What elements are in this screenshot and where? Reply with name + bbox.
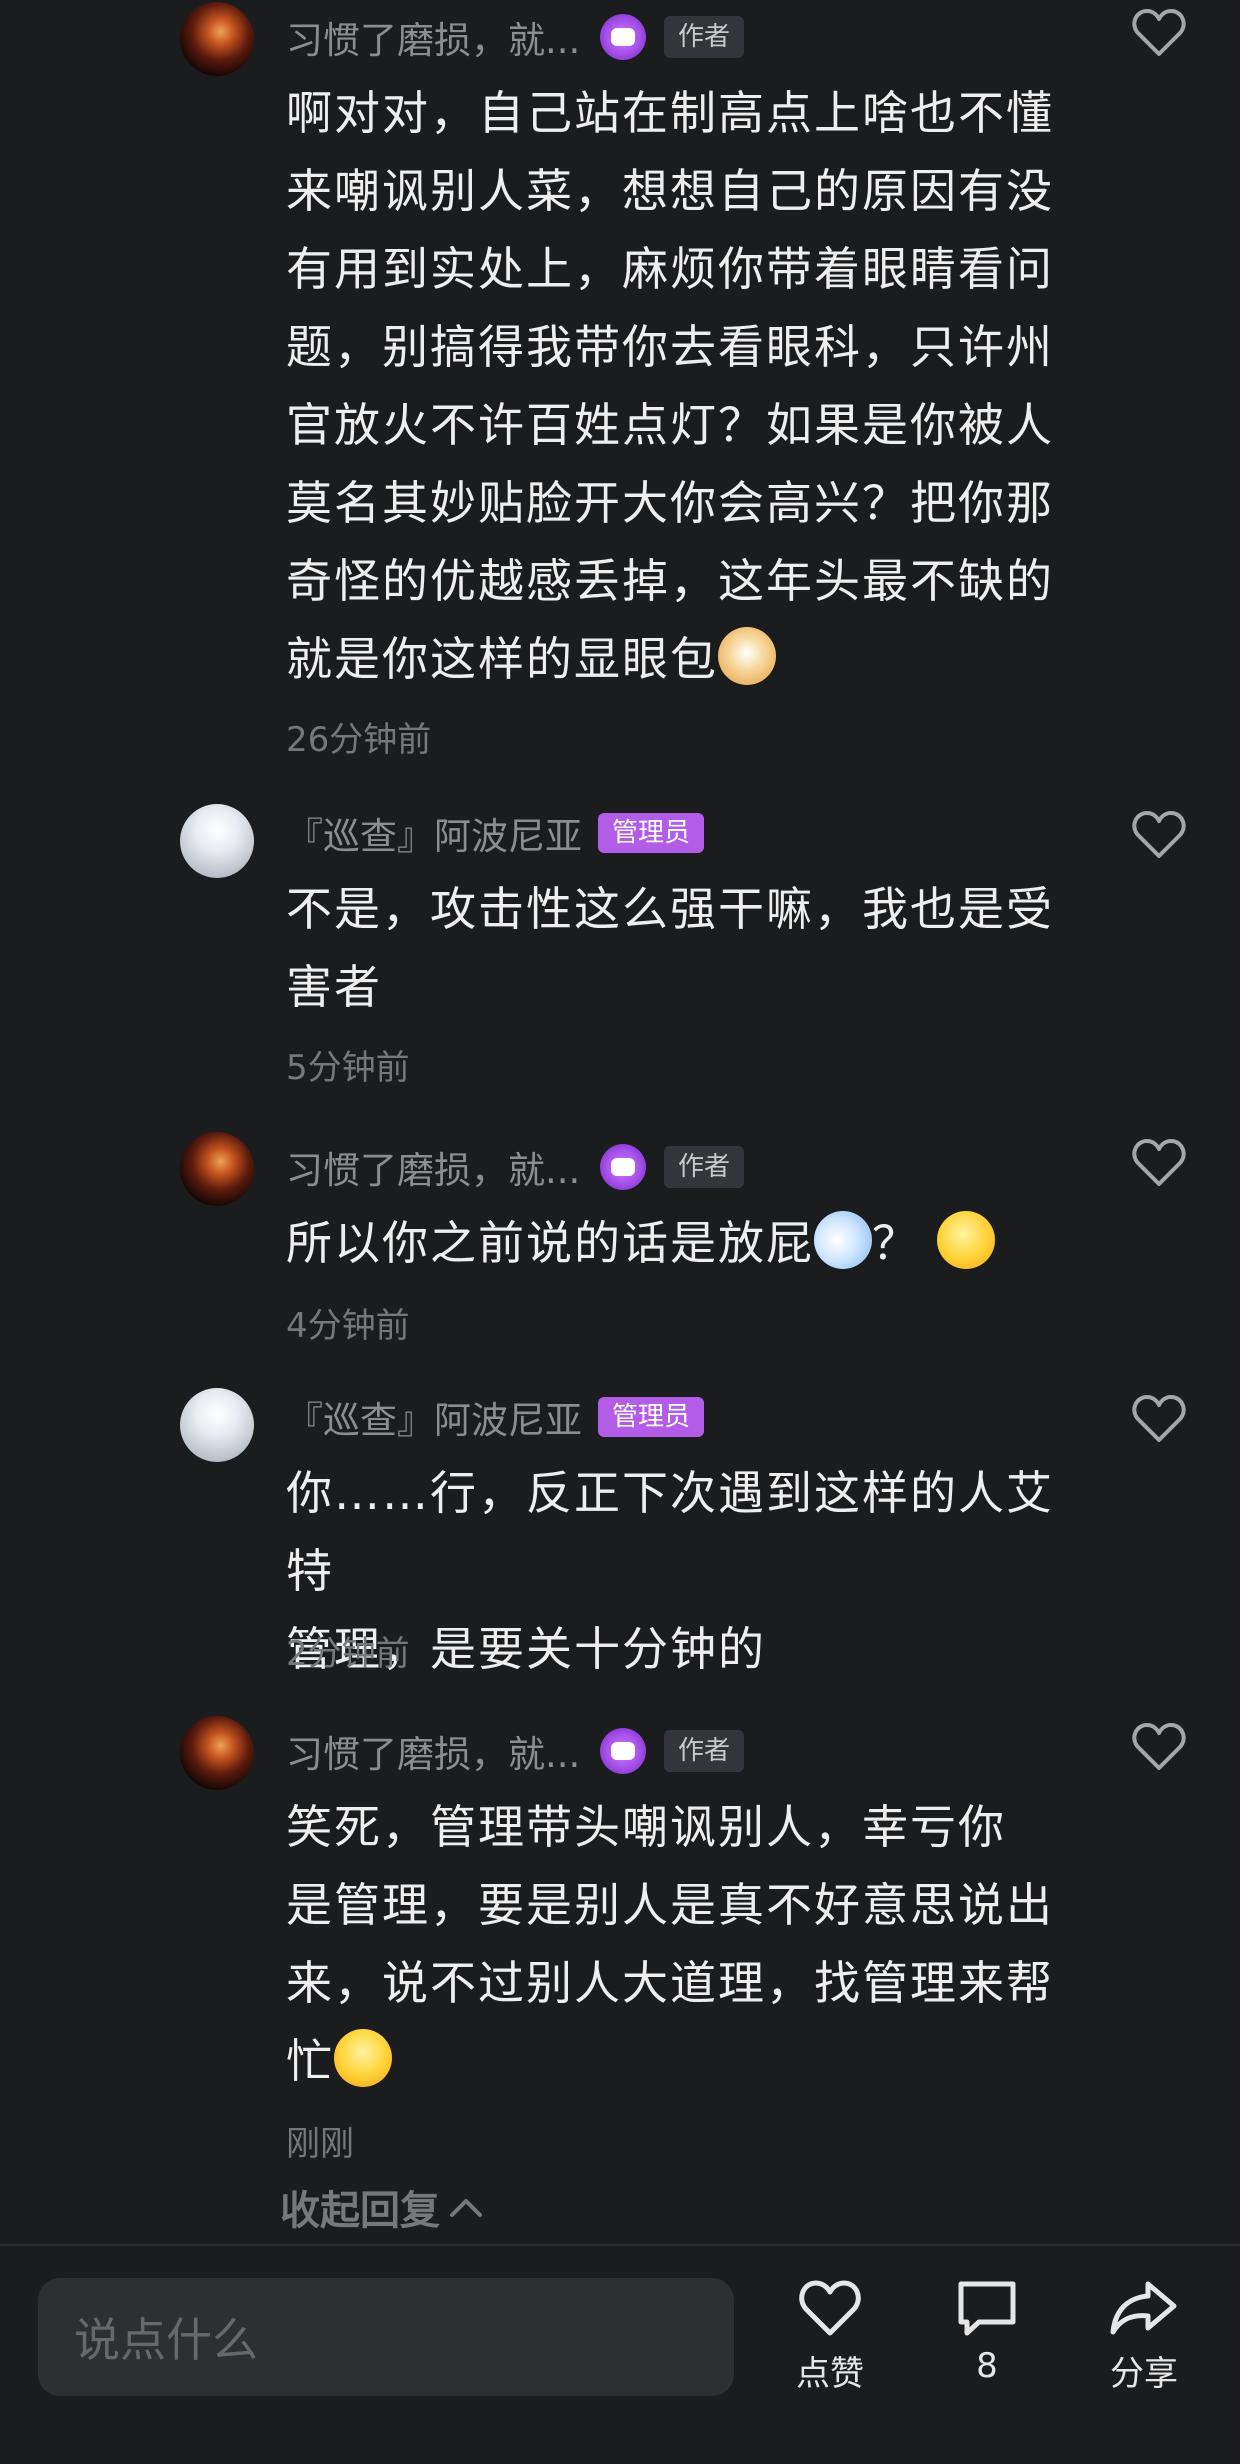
like-heart-icon[interactable]: [1132, 810, 1186, 860]
thinking-face-emoji: [936, 1211, 995, 1269]
username[interactable]: 『巡查』阿波尼亚: [286, 1390, 582, 1444]
comment-time: 26分钟前: [286, 720, 432, 760]
creator-badge-icon: [600, 14, 646, 60]
like-button[interactable]: 点赞: [750, 2278, 910, 2408]
comment-time: 2分钟前: [286, 1634, 410, 1674]
creator-badge-icon: [600, 1728, 646, 1774]
chevron-up-icon: [450, 2199, 482, 2217]
comment-text: 啊对对，自己站在制高点上啥也不懂 来嘲讽别人菜，想想自己的原因有没 有用到实处上…: [286, 86, 1054, 686]
comment-header: 『巡查』阿波尼亚 管理员: [286, 1390, 705, 1444]
author-tag: 作者: [664, 16, 745, 58]
username[interactable]: 习惯了磨损，就...: [286, 1724, 600, 1778]
like-heart-icon[interactable]: [1132, 1722, 1186, 1772]
admin-tag: 管理员: [598, 813, 705, 853]
collapse-replies-label: 收起回复: [280, 2188, 440, 2234]
comment-text: 不是，攻击性这么强干嘛，我也是受 害者: [286, 882, 1054, 1014]
author-tag: 作者: [664, 1730, 745, 1772]
admin-tag: 管理员: [598, 1397, 705, 1437]
dog-face-emoji: [718, 627, 776, 685]
comment-time: 刚刚: [286, 2124, 354, 2164]
comment-text: 笑死，管理带头嘲讽别人，幸亏你 是管理，要是别人是真不好意思说出 来，说不过别人…: [286, 1800, 1054, 2088]
like-heart-icon[interactable]: [1132, 1394, 1186, 1444]
heart-icon: [799, 2280, 861, 2336]
share-arrow-icon: [1110, 2281, 1177, 2335]
username[interactable]: 习惯了磨损，就...: [286, 1140, 600, 1194]
like-heart-icon[interactable]: [1132, 8, 1186, 58]
divider: [0, 2244, 1240, 2246]
comments-button[interactable]: 8: [907, 2278, 1067, 2408]
avatar[interactable]: [180, 1132, 254, 1206]
comment-header: 习惯了磨损，就... 作者: [286, 1724, 745, 1778]
comment-input-placeholder: 说点什么: [74, 2313, 258, 2367]
avatar[interactable]: [180, 2, 254, 76]
avatar[interactable]: [180, 1716, 254, 1790]
comment-text: 所以你之前说的话是放屁？: [286, 1204, 1086, 1282]
username[interactable]: 习惯了磨损，就...: [286, 10, 600, 64]
like-heart-icon[interactable]: [1132, 1138, 1186, 1188]
tears-of-joy-emoji: [334, 2029, 392, 2087]
comment-count: 8: [976, 2346, 998, 2386]
comment-input[interactable]: 说点什么: [38, 2278, 734, 2396]
like-label: 点赞: [796, 2354, 864, 2394]
dash-emoji: [814, 1211, 872, 1269]
comment-header: 『巡查』阿波尼亚 管理员: [286, 806, 705, 860]
comment-time: 5分钟前: [286, 1048, 410, 1088]
comment-time: 4分钟前: [286, 1306, 410, 1346]
username[interactable]: 『巡查』阿波尼亚: [286, 806, 582, 860]
author-tag: 作者: [664, 1146, 745, 1188]
avatar[interactable]: [180, 1388, 254, 1462]
share-button[interactable]: 分享: [1064, 2278, 1224, 2408]
collapse-replies-button[interactable]: 收起回复: [280, 2178, 486, 2236]
creator-badge-icon: [600, 1144, 646, 1190]
avatar[interactable]: [180, 804, 254, 878]
comment-header: 习惯了磨损，就... 作者: [286, 1140, 745, 1194]
comment-bubble-icon: [958, 2281, 1016, 2336]
comment-header: 习惯了磨损，就... 作者: [286, 10, 745, 64]
share-label: 分享: [1110, 2354, 1178, 2394]
